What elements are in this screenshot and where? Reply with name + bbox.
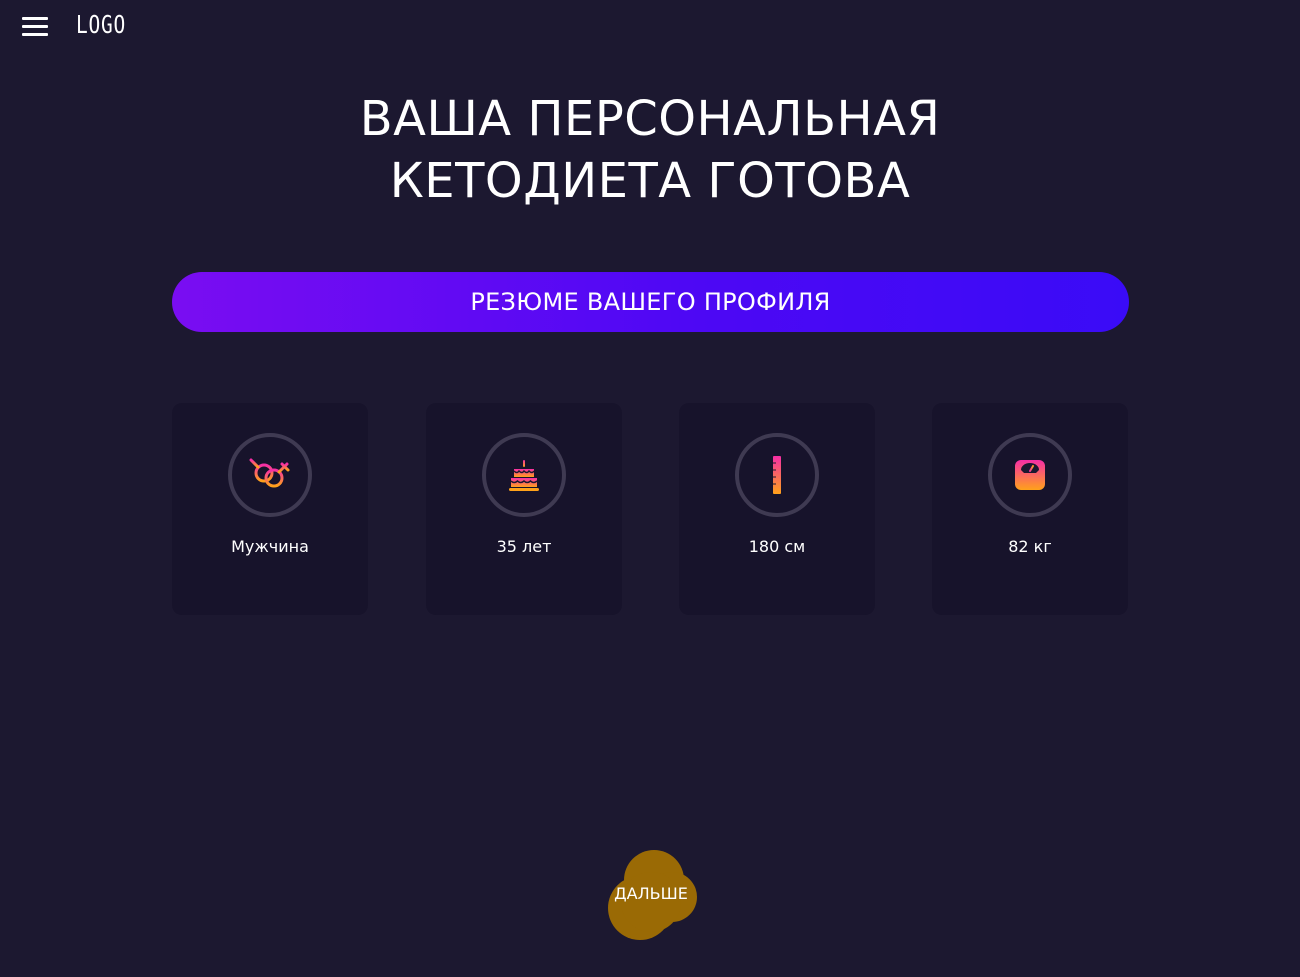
weight-scale-icon [1015,460,1045,490]
page-title-line-1: ВАША ПЕРСОНАЛЬНАЯ [359,91,941,147]
profile-summary-label: РЕЗЮМЕ ВАШЕГО ПРОФИЛЯ [470,288,831,316]
hamburger-menu-icon[interactable] [22,16,48,38]
profile-card-weight: 82 кг [932,403,1128,615]
height-icon-ring [735,433,819,517]
profile-card-height: 180 см [679,403,875,615]
height-ruler-icon [773,456,781,494]
page: LOGO ВАША ПЕРСОНАЛЬНАЯ КЕТОДИЕТА ГОТОВА … [0,0,1300,977]
profile-card-gender: Мужчина [172,403,368,615]
weight-label: 82 кг [1008,537,1052,556]
profile-card-age: 35 лет [426,403,622,615]
weight-icon-ring [988,433,1072,517]
gender-label: Мужчина [231,537,309,556]
page-title-line-2: КЕТОДИЕТА ГОТОВА [389,153,911,209]
gender-icon [249,458,290,488]
gender-icon-ring [228,433,312,517]
logo[interactable]: LOGO [76,10,126,39]
age-label: 35 лет [496,537,552,556]
next-button-label[interactable]: ДАЛЬШЕ [606,884,696,903]
next-button[interactable]: ДАЛЬШЕ [606,848,702,944]
age-icon-ring [482,433,566,517]
height-label: 180 см [748,537,806,556]
page-title: ВАША ПЕРСОНАЛЬНАЯ КЕТОДИЕТА ГОТОВА [0,88,1300,212]
profile-summary-banner: РЕЗЮМЕ ВАШЕГО ПРОФИЛЯ [172,272,1129,332]
birthday-cake-icon [509,460,539,491]
